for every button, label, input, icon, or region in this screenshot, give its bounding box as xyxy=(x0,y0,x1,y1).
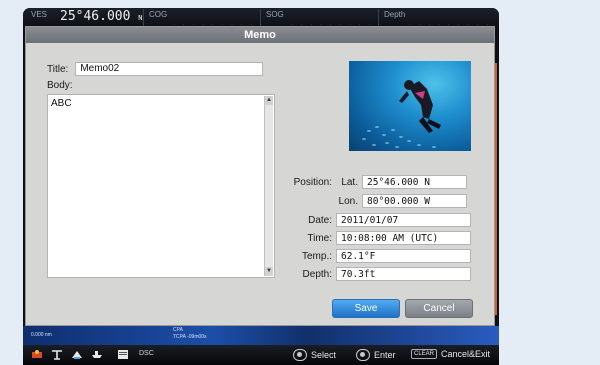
lat-label: Lat. xyxy=(341,176,358,188)
body-label: Body: xyxy=(47,80,73,91)
select-hint[interactable]: Select xyxy=(293,349,336,361)
title-input[interactable]: Memo02 xyxy=(75,62,264,76)
lon-label: Lon. xyxy=(338,195,358,207)
dialog-title: Memo xyxy=(26,27,494,43)
mob-icon[interactable] xyxy=(31,349,43,360)
time-label: Time: xyxy=(307,232,332,244)
memo-icon[interactable] xyxy=(117,349,129,360)
chart-map-strip[interactable]: 0.000 nm CPA TCPA -09m00s xyxy=(23,326,499,345)
depth-label: Depth: xyxy=(302,268,332,280)
bottom-softkey-bar: DSC Select Enter CLEAR Cancel&Exit xyxy=(23,345,499,365)
save-button[interactable]: Save xyxy=(332,299,400,318)
dialog-edge xyxy=(495,63,497,315)
date-label: Date: xyxy=(308,214,332,226)
body-text: ABC xyxy=(51,98,72,109)
depth-row: Depth: 70.3ft xyxy=(286,267,471,281)
chartplotter-screen: VES 25°46.000 N COG · · · · · · · · · · … xyxy=(23,8,499,365)
select-knob-icon xyxy=(293,349,307,361)
time-field[interactable]: 10:08:00 AM (UTC) xyxy=(336,231,471,245)
ves-value: 25°46.000 N xyxy=(60,9,143,24)
memo-dialog: Memo Title: Memo02 Body: ABC ▲ ▼ Positio… xyxy=(25,26,497,326)
longitude-row: Lon. 80°00.000 W xyxy=(286,194,467,208)
scroll-up-arrow-icon[interactable]: ▲ xyxy=(265,96,273,105)
ship-icon[interactable] xyxy=(91,349,103,360)
dsc-label[interactable]: DSC xyxy=(139,350,154,357)
ais-icon[interactable] xyxy=(71,349,83,360)
date-row: Date: 2011/01/07 xyxy=(286,213,471,227)
route-icon[interactable] xyxy=(51,349,63,360)
title-label: Title: xyxy=(47,63,69,75)
memo-photo xyxy=(349,61,471,151)
tcpa-readout: CPA TCPA -09m00s xyxy=(173,327,207,340)
temp-field[interactable]: 62.1°F xyxy=(336,249,471,263)
depth-label: Depth xyxy=(384,10,406,19)
title-row: Title: Memo02 xyxy=(47,62,264,76)
cog-label: COG xyxy=(149,10,168,19)
clear-key: CLEAR xyxy=(411,349,438,359)
cancel-exit-label: Cancel&Exit xyxy=(441,349,491,359)
clear-hint[interactable]: CLEAR Cancel&Exit xyxy=(411,349,490,359)
ves-hemisphere: N xyxy=(138,14,143,22)
sog-label: SOG xyxy=(266,10,284,19)
body-textarea[interactable]: ABC ▲ ▼ xyxy=(47,94,275,278)
lon-field[interactable]: 80°00.000 W xyxy=(362,194,467,208)
temp-label: Temp.: xyxy=(301,250,332,262)
enter-hint[interactable]: Enter xyxy=(356,349,396,361)
enter-label: Enter xyxy=(374,350,396,360)
date-field[interactable]: 2011/01/07 xyxy=(336,213,471,227)
select-label: Select xyxy=(311,350,337,360)
depth-field[interactable]: 70.3ft xyxy=(336,267,471,281)
temperature-row: Temp.: 62.1°F xyxy=(286,249,471,263)
latitude-row: Position: Lat. 25°46.000 N xyxy=(286,175,467,189)
position-label: Position: xyxy=(293,176,332,188)
enter-knob-icon xyxy=(356,349,370,361)
ves-label: VES xyxy=(31,10,48,19)
scroll-down-arrow-icon[interactable]: ▼ xyxy=(265,267,273,276)
range-readout: 0.000 nm xyxy=(31,332,52,338)
time-row: Time: 10:08:00 AM (UTC) xyxy=(286,231,471,245)
diver-photo-image xyxy=(362,80,441,148)
body-scrollbar[interactable]: ▲ ▼ xyxy=(264,96,273,276)
lat-field[interactable]: 25°46.000 N xyxy=(362,175,467,189)
cancel-button[interactable]: Cancel xyxy=(405,299,473,318)
